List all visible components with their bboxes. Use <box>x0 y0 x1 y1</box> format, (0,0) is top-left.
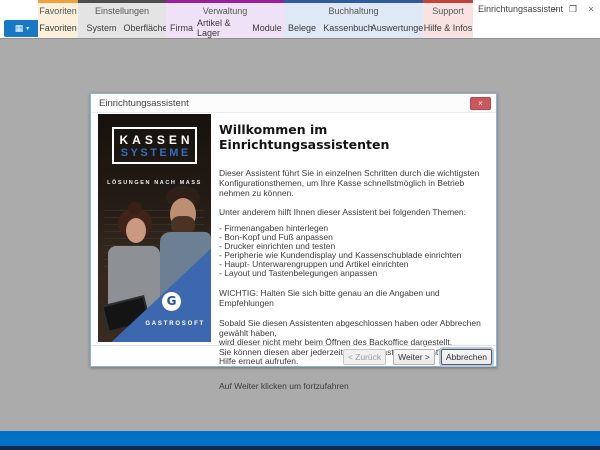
ribbon: Favoriten Einstellungen Verwaltung Buchh… <box>0 0 600 38</box>
wizard-topic-list: - Firmenangaben hinterlegen - Bon-Kopf u… <box>219 224 489 278</box>
tab-system[interactable]: System <box>78 18 125 38</box>
brand-photo <box>126 218 146 243</box>
tab-artikel-lager[interactable]: Artikel & Lager <box>197 18 250 38</box>
window-controls: – ❐ × <box>550 0 596 18</box>
dialog-title: Einrichtungsassistent <box>99 98 470 109</box>
tab-belege[interactable]: Belege <box>284 18 320 38</box>
wizard-important-note: WICHTIG: Halten Sie sich bitte genau an … <box>219 288 489 308</box>
ribbon-category-support[interactable]: Support <box>423 0 473 18</box>
logo-line1: KASSEN <box>114 133 195 147</box>
dialog-close-icon[interactable]: × <box>470 97 491 110</box>
wizard-button-bar: < Zurück Weiter > Abbrechen <box>91 345 496 367</box>
ribbon-category-verwaltung[interactable]: Verwaltung <box>166 0 284 18</box>
wizard-paragraph-topics: Unter anderem hilft Ihnen dieser Assiste… <box>219 207 489 217</box>
tab-favoriten[interactable]: Favoriten <box>38 18 78 38</box>
dialog-titlebar[interactable]: Einrichtungsassistent × <box>91 94 496 113</box>
cancel-button[interactable]: Abbrechen <box>441 349 492 365</box>
gastrosoft-logo-icon: G <box>162 292 181 311</box>
ribbon-category-favoriten[interactable]: Favoriten <box>38 0 78 18</box>
close-icon[interactable]: × <box>586 4 596 14</box>
wizard-continue-hint: Auf Weiter klicken um fortzufahren <box>219 381 489 391</box>
footer-bar <box>0 431 600 446</box>
list-item: - Layout und Tastenbelegungen anpassen <box>219 269 489 278</box>
chevron-down-icon: ▾ <box>26 25 29 32</box>
setup-wizard-dialog: Einrichtungsassistent × KASSEN SYSTEME L… <box>90 93 497 367</box>
tab-oberflaeche[interactable]: Oberfläche <box>125 18 166 38</box>
application-window: Favoriten Einstellungen Verwaltung Buchh… <box>0 0 600 450</box>
app-grid-icon: ▦ <box>15 24 24 33</box>
tab-auswertungen[interactable]: Auswertungen <box>376 18 423 38</box>
kassen-systeme-logo: KASSEN SYSTEME <box>112 127 197 164</box>
ribbon-category-einstellungen[interactable]: Einstellungen <box>78 0 166 18</box>
brand-photo <box>128 202 142 214</box>
tab-kassenbuch[interactable]: Kassenbuch <box>320 18 376 38</box>
tab-hilfe-infos[interactable]: Hilfe & Infos <box>423 18 473 38</box>
gastrosoft-wordmark: GASTROSOFT <box>98 321 205 327</box>
tab-firma[interactable]: Firma <box>166 18 197 38</box>
brand-tagline: LÖSUNGEN NACH MASS <box>98 180 211 186</box>
back-button[interactable]: < Zurück <box>343 349 386 365</box>
wizard-info-line: Sobald Sie diesen Assistenten abgeschlos… <box>219 319 489 338</box>
restore-icon[interactable]: ❐ <box>568 4 578 15</box>
ribbon-category-buchhaltung[interactable]: Buchhaltung <box>284 0 423 18</box>
logo-line2: SYSTEME <box>114 147 195 159</box>
wizard-heading: Willkommen im Einrichtungsassistenten <box>219 122 489 152</box>
wizard-paragraph-intro: Dieser Assistent führt Sie in einzelnen … <box>219 168 489 198</box>
tab-module[interactable]: Module <box>250 18 284 38</box>
app-menu-button[interactable]: ▦ ▾ <box>4 20 40 37</box>
next-button[interactable]: Weiter > <box>393 349 435 365</box>
minimize-icon[interactable]: – <box>550 4 560 14</box>
footer-strip <box>0 446 600 450</box>
brand-panel: KASSEN SYSTEME LÖSUNGEN NACH MASS G GAST… <box>98 114 211 342</box>
